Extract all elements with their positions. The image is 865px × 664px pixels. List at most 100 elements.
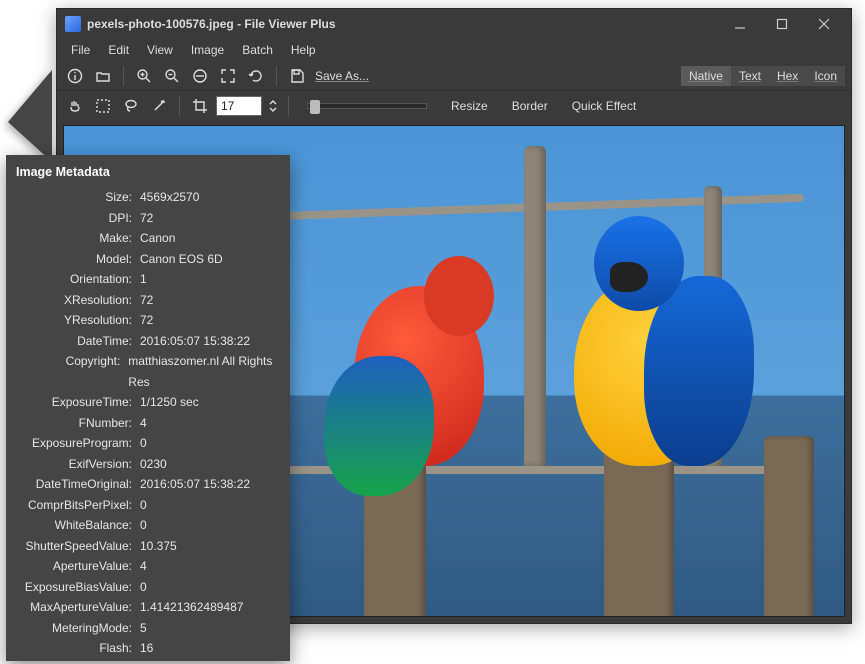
crop-value-input[interactable] [216, 96, 262, 116]
maximize-button[interactable] [761, 13, 803, 35]
quick-effect-button[interactable]: Quick Effect [562, 97, 646, 115]
metadata-key: Orientation: [16, 269, 140, 290]
wooden-post [764, 436, 814, 617]
menu-bar: File Edit View Image Batch Help [57, 39, 851, 61]
metadata-key: MaxApertureValue: [16, 597, 140, 618]
metadata-key: Make: [16, 228, 140, 249]
border-button[interactable]: Border [502, 97, 558, 115]
metadata-value: 0 [140, 495, 147, 516]
zoom-in-button[interactable] [132, 64, 156, 88]
wand-button[interactable] [147, 94, 171, 118]
toolbar-divider [276, 66, 277, 86]
crop-icon [192, 98, 208, 114]
image-toolbar: Resize Border Quick Effect [57, 91, 851, 121]
metadata-key: ExposureProgram: [16, 433, 140, 454]
maximize-icon [776, 18, 788, 30]
metadata-row: WhiteBalance:0 [16, 515, 280, 536]
metadata-value: Canon [140, 228, 175, 249]
metadata-row: FocalLength:50 [16, 659, 280, 662]
metadata-key: ExposureBiasValue: [16, 577, 140, 598]
metadata-row: Orientation:1 [16, 269, 280, 290]
metadata-value: 4 [140, 413, 147, 434]
lasso-icon [123, 98, 139, 114]
menu-help[interactable]: Help [283, 41, 324, 59]
resize-button[interactable]: Resize [441, 97, 498, 115]
tab-icon[interactable]: Icon [806, 66, 845, 86]
callout-pointer [8, 70, 52, 162]
tab-hex[interactable]: Hex [769, 66, 806, 86]
menu-batch[interactable]: Batch [234, 41, 281, 59]
metadata-value: 1/1250 sec [140, 392, 199, 413]
metadata-key: XResolution: [16, 290, 140, 311]
marquee-icon [95, 98, 111, 114]
parrot-red [314, 246, 514, 496]
rotate-icon [248, 68, 264, 84]
zoom-fit-button[interactable] [188, 64, 212, 88]
minimize-button[interactable] [719, 13, 761, 35]
crop-button[interactable] [188, 94, 212, 118]
close-button[interactable] [803, 13, 845, 35]
tab-native[interactable]: Native [681, 66, 731, 86]
pan-button[interactable] [63, 94, 87, 118]
metadata-value: Canon EOS 6D [140, 249, 223, 270]
metadata-key: Flash: [16, 638, 140, 659]
save-button[interactable] [285, 64, 309, 88]
metadata-row: MaxApertureValue:1.41421362489487 [16, 597, 280, 618]
rotate-button[interactable] [244, 64, 268, 88]
lasso-button[interactable] [119, 94, 143, 118]
toolbar-divider [288, 96, 289, 116]
fullscreen-icon [220, 68, 236, 84]
metadata-value: 0 [140, 577, 147, 598]
metadata-key: DPI: [16, 208, 140, 229]
marquee-button[interactable] [91, 94, 115, 118]
metadata-value: 72 [140, 310, 153, 331]
zoom-out-icon [164, 68, 180, 84]
metadata-row: YResolution:72 [16, 310, 280, 331]
metadata-row: ExifVersion:0230 [16, 454, 280, 475]
metadata-key: ShutterSpeedValue: [16, 536, 140, 557]
metadata-row: ApertureValue:4 [16, 556, 280, 577]
metadata-value: 0 [140, 433, 147, 454]
metadata-key: Model: [16, 249, 140, 270]
folder-open-icon [95, 68, 111, 84]
zoom-in-icon [136, 68, 152, 84]
metadata-key: WhiteBalance: [16, 515, 140, 536]
metadata-row: FNumber:4 [16, 413, 280, 434]
metadata-value: 5 [140, 618, 147, 639]
metadata-row: ExposureProgram:0 [16, 433, 280, 454]
metadata-key: ExposureTime: [16, 392, 140, 413]
zoom-slider-thumb[interactable] [310, 100, 320, 114]
menu-view[interactable]: View [139, 41, 181, 59]
menu-image[interactable]: Image [183, 41, 232, 59]
crop-stepper[interactable] [266, 94, 280, 118]
info-button[interactable] [63, 64, 87, 88]
metadata-row: ShutterSpeedValue:10.375 [16, 536, 280, 557]
metadata-row: Copyright:matthiaszomer.nl All Rights Re… [16, 351, 280, 392]
metadata-value: 2016:05:07 15:38:22 [140, 331, 250, 352]
metadata-row: DateTime:2016:05:07 15:38:22 [16, 331, 280, 352]
metadata-row: ExposureTime:1/1250 sec [16, 392, 280, 413]
tab-text[interactable]: Text [731, 66, 769, 86]
parrot-blue-yellow [534, 216, 744, 486]
metadata-row: MeteringMode:5 [16, 618, 280, 639]
image-metadata-panel: Image Metadata Size:4569x2570DPI:72Make:… [6, 155, 290, 661]
metadata-value: 4569x2570 [140, 187, 199, 208]
hand-icon [67, 98, 83, 114]
metadata-row: ExposureBiasValue:0 [16, 577, 280, 598]
metadata-row: DPI:72 [16, 208, 280, 229]
main-toolbar: Save As... Native Text Hex Icon [57, 61, 851, 91]
metadata-value: 10.375 [140, 536, 177, 557]
toolbar-divider [179, 96, 180, 116]
menu-edit[interactable]: Edit [100, 41, 137, 59]
metadata-key: ExifVersion: [16, 454, 140, 475]
save-as-button[interactable]: Save As... [315, 69, 369, 83]
metadata-value: 0230 [140, 454, 167, 475]
fullscreen-button[interactable] [216, 64, 240, 88]
open-button[interactable] [91, 64, 115, 88]
zoom-slider[interactable] [307, 103, 427, 109]
menu-file[interactable]: File [63, 41, 98, 59]
metadata-value: 1.41421362489487 [140, 597, 243, 618]
metadata-row: XResolution:72 [16, 290, 280, 311]
zoom-out-button[interactable] [160, 64, 184, 88]
metadata-key: Size: [16, 187, 140, 208]
